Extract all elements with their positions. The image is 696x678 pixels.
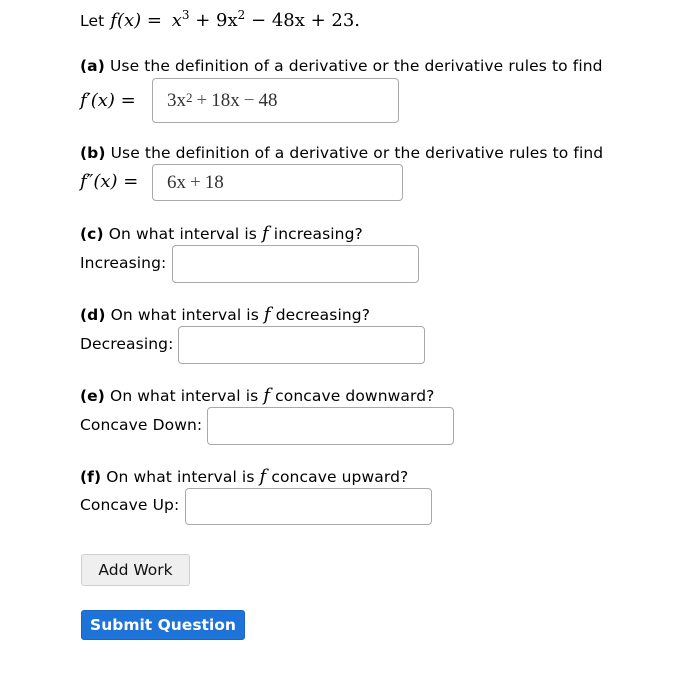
part-f-text-post: concave upward? <box>271 468 409 486</box>
intro-text: Let <box>80 12 105 30</box>
part-c-var: f <box>261 223 269 244</box>
part-c-text-pre: On what interval is <box>108 225 257 243</box>
part-a-letter: (a) <box>80 57 105 75</box>
term-1: x <box>171 10 182 31</box>
part-f-prompt: (f) On what interval is f concave upward… <box>80 466 408 487</box>
part-f-var: f <box>259 466 267 487</box>
concave-down-input[interactable] <box>207 407 454 445</box>
add-work-button[interactable]: Add Work <box>81 554 190 586</box>
part-d-letter: (d) <box>80 306 106 324</box>
part-c-text-post: increasing? <box>273 225 363 243</box>
part-b-text: Use the definition of a derivative or th… <box>110 144 604 162</box>
part-d-var: f <box>263 304 271 325</box>
part-a-text: Use the definition of a derivative or th… <box>109 57 603 75</box>
function-definition: f(x) = x3 + 9x2 − 48x + 23. <box>110 8 360 31</box>
part-c-letter: (c) <box>80 225 104 243</box>
answer-a-exp: 2 <box>186 89 193 105</box>
concave-down-label: Concave Down: <box>80 416 203 434</box>
part-e-var: f <box>263 385 271 406</box>
decreasing-input[interactable] <box>178 326 425 364</box>
decreasing-label: Decreasing: <box>80 335 174 353</box>
answer-a-term1: 3x <box>167 89 186 111</box>
part-a-answer-field[interactable]: 3x 2 + 18x − 48 <box>152 78 399 123</box>
increasing-input[interactable] <box>172 245 419 283</box>
answer-a-term2: 18x <box>211 89 240 111</box>
part-f-letter: (f) <box>80 468 102 486</box>
concave-up-label: Concave Up: <box>80 496 180 514</box>
part-b-label: f″(x) = <box>80 171 139 192</box>
answer-a-term3: 48 <box>258 89 278 111</box>
answer-b-op1: + <box>190 171 201 193</box>
part-e-prompt: (e) On what interval is f concave downwa… <box>80 385 434 406</box>
part-c-prompt: (c) On what interval is f increasing? <box>80 223 363 244</box>
increasing-label: Increasing: <box>80 254 167 272</box>
term-3: − 48x + 23. <box>251 10 361 31</box>
term-2: + 9x <box>195 10 238 31</box>
term-2-exp: 2 <box>237 8 246 22</box>
problem-statement: Let f(x) = x3 + 9x2 − 48x + 23. <box>80 8 360 31</box>
part-d-prompt: (d) On what interval is f decreasing? <box>80 304 370 325</box>
part-e-text-post: concave downward? <box>275 387 435 405</box>
part-f-text-pre: On what interval is <box>106 468 255 486</box>
answer-a-op2: − <box>243 89 255 111</box>
submit-question-button[interactable]: Submit Question <box>81 610 245 640</box>
answer-b-term1: 6x <box>167 171 186 193</box>
part-b-letter: (b) <box>80 144 106 162</box>
part-d-text-pre: On what interval is <box>110 306 259 324</box>
part-e-letter: (e) <box>80 387 105 405</box>
part-a-prompt: (a) Use the definition of a derivative o… <box>80 57 603 75</box>
function-lhs: f(x) = <box>110 10 162 31</box>
answer-a-op1: + <box>196 89 208 111</box>
part-e-text-pre: On what interval is <box>110 387 259 405</box>
part-d-text-post: decreasing? <box>275 306 371 324</box>
answer-b-term2: 18 <box>204 171 224 193</box>
part-b-prompt: (b) Use the definition of a derivative o… <box>80 144 603 162</box>
part-b-answer-field[interactable]: 6x + 18 <box>152 164 403 201</box>
concave-up-input[interactable] <box>185 488 432 525</box>
part-a-label: f′(x) = <box>80 90 136 111</box>
term-1-exp: 3 <box>181 8 190 22</box>
